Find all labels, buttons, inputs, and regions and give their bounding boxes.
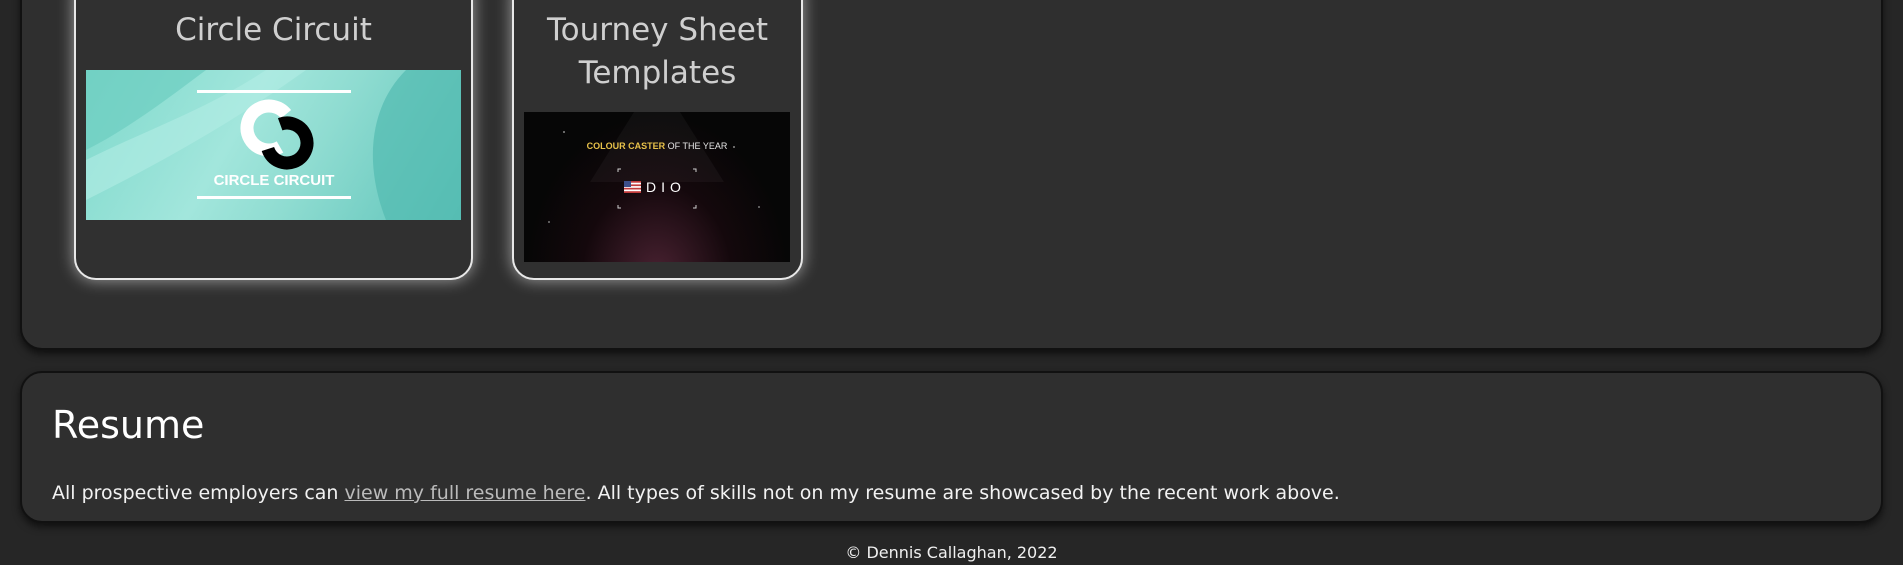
tourney-artwork: COLOUR CASTER OF THE YEAR DIO — [548, 112, 760, 223]
resume-text-before: All prospective employers can — [52, 482, 345, 504]
project-title: Tourney Sheet Templates — [546, 12, 769, 91]
footer-copyright: © Dennis Callaghan, 2022 — [845, 543, 1058, 562]
project-thumbnail[interactable]: COLOUR CASTER OF THE YEAR DIO — [524, 112, 790, 262]
headline-rest: OF THE YEAR — [665, 141, 728, 151]
project-thumbnail[interactable]: CIRCLE CIRCUIT — [86, 70, 461, 220]
thumbnail-caption: CIRCLE CIRCUIT — [214, 172, 335, 189]
headline-highlight: COLOUR CASTER — [587, 141, 666, 151]
resume-text-after: . All types of skills not on my resume a… — [585, 482, 1340, 504]
project-card-circle-circuit[interactable]: Circle Circuit CIRCLE CIRCUIT — [74, 0, 473, 280]
project-card-tourney-sheet-templates[interactable]: Tourney Sheet Templates COLOUR CASTER OF… — [512, 0, 803, 280]
projects-panel: Circle Circuit CIRCLE CIRCUIT Tourney Sh… — [20, 0, 1883, 350]
player-name: DIO — [646, 179, 686, 195]
us-flag-icon — [624, 181, 641, 193]
circle-circuit-logo-icon — [240, 99, 314, 170]
resume-heading: Resume — [52, 403, 205, 447]
resume-description: All prospective employers can view my fu… — [52, 482, 1340, 504]
resume-panel: Resume All prospective employers can vie… — [20, 371, 1883, 523]
svg-text:COLOUR CASTER OF THE YEAR: COLOUR CASTER OF THE YEAR — [587, 141, 728, 151]
resume-link[interactable]: view my full resume here — [345, 482, 586, 504]
circle-circuit-artwork: CIRCLE CIRCUIT — [86, 70, 461, 220]
project-title: Circle Circuit — [175, 12, 372, 48]
